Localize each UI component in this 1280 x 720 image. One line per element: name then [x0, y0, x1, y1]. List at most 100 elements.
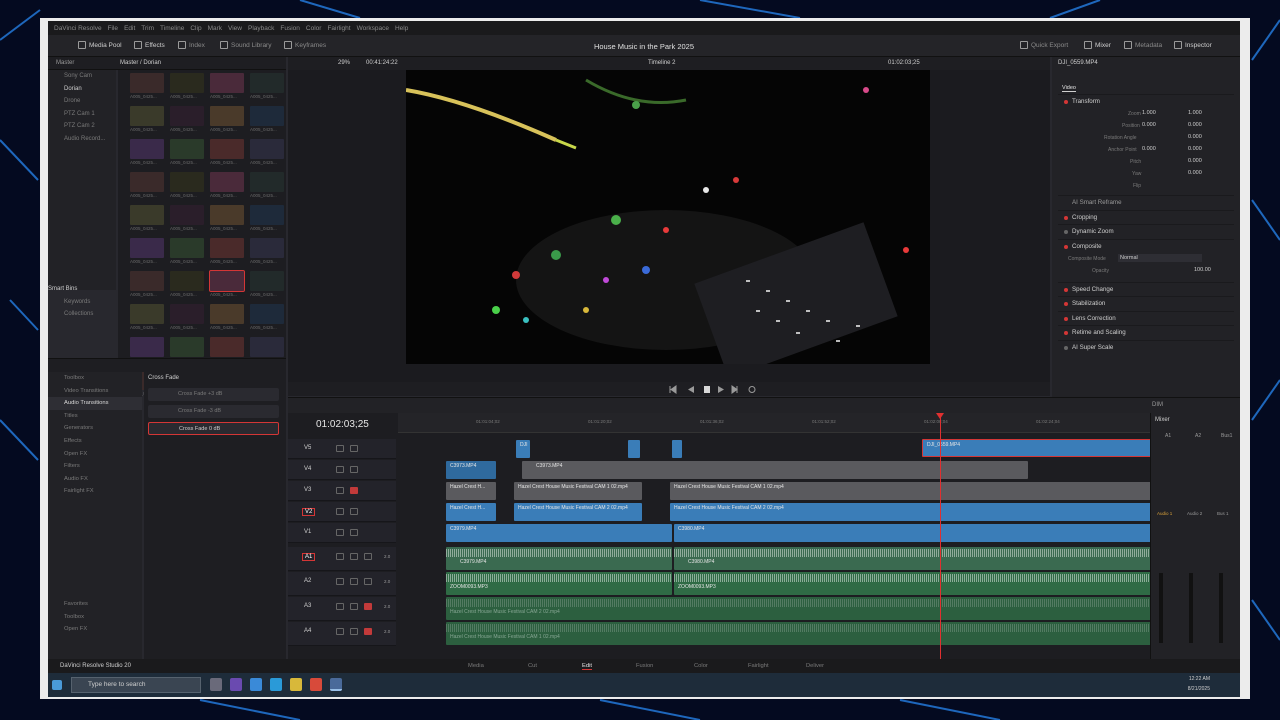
clip-v2-a[interactable]: Hazel Crest H...	[446, 503, 496, 521]
clip-thumbnail[interactable]	[250, 172, 284, 192]
lock-icon[interactable]	[336, 508, 344, 515]
solo-button[interactable]	[350, 628, 358, 635]
bin-audio-record[interactable]: Audio Record...	[48, 133, 116, 146]
clip-thumbnail[interactable]	[170, 304, 204, 324]
clip-thumbnail[interactable]	[130, 304, 164, 324]
fx-generators[interactable]: Generators	[48, 422, 142, 435]
davinci-resolve-icon[interactable]	[330, 678, 342, 691]
lock-icon[interactable]	[336, 445, 344, 452]
menu-playback[interactable]: Playback	[248, 25, 274, 32]
clip-thumbnail[interactable]	[130, 205, 164, 225]
timeline-ruler[interactable]: 01:01:04;02 01:01:20;02 01:01:36;02 01:0…	[398, 413, 1188, 433]
position-x-field[interactable]: 0.000	[1142, 122, 1156, 128]
section-stabilization[interactable]: Stabilization	[1058, 296, 1234, 310]
page-cut[interactable]: Cut	[528, 663, 537, 669]
clip-thumbnail[interactable]	[250, 238, 284, 258]
solo-button[interactable]	[350, 578, 358, 585]
menu-view[interactable]: View	[228, 25, 242, 32]
track-header-v3[interactable]: V3	[288, 481, 396, 501]
section-transform[interactable]: Transform	[1058, 94, 1234, 108]
track-header-a2[interactable]: A2 2.0	[288, 572, 396, 596]
clip-v4-c3973-b[interactable]: C3973.MP4	[522, 461, 1028, 479]
file-explorer-icon[interactable]	[290, 678, 302, 691]
fader-bus1[interactable]	[1219, 573, 1223, 643]
menu-fairlight[interactable]: Fairlight	[327, 25, 350, 32]
clip-thumbnail[interactable]	[170, 106, 204, 126]
lock-icon[interactable]	[336, 553, 344, 560]
smart-bin-collections[interactable]: Collections	[48, 308, 116, 321]
fx-video-transitions[interactable]: Video Transitions	[48, 385, 142, 398]
fx-cross-fade-minus3[interactable]: Cross Fade -3 dB	[148, 405, 279, 418]
clip-thumbnail[interactable]	[130, 139, 164, 159]
clip-v4-c3973-a[interactable]: C3973.MP4	[446, 461, 496, 479]
master-bin[interactable]: Master	[56, 60, 74, 66]
clip-thumbnail[interactable]	[210, 337, 244, 357]
bin-sony-cam[interactable]: Sony Cam	[48, 70, 116, 83]
clip-thumbnail[interactable]	[210, 238, 244, 258]
menu-workspace[interactable]: Workspace	[357, 25, 389, 32]
track-header-a1[interactable]: A1 2.0	[288, 547, 396, 571]
clip-thumbnail[interactable]	[250, 337, 284, 357]
visibility-icon[interactable]	[350, 466, 358, 473]
timeline-selector[interactable]: Timeline 2	[648, 60, 675, 66]
clip-thumbnail[interactable]	[250, 304, 284, 324]
app-icon[interactable]	[250, 678, 262, 691]
bin-ptz-cam-1[interactable]: PTZ Cam 1	[48, 108, 116, 121]
clip-thumbnail[interactable]	[209, 270, 245, 292]
clip-thumbnail[interactable]	[170, 172, 204, 192]
fx-filters[interactable]: Filters	[48, 460, 142, 473]
lock-icon[interactable]	[336, 628, 344, 635]
menu-mark[interactable]: Mark	[208, 25, 222, 32]
track-header-v5[interactable]: V5	[288, 439, 396, 459]
menu-color[interactable]: Color	[306, 25, 322, 32]
menu-help[interactable]: Help	[395, 25, 408, 32]
clip-thumbnail[interactable]	[210, 106, 244, 126]
zoom-y-field[interactable]: 1.000	[1188, 110, 1202, 116]
clip-v1-c3980[interactable]: C3980.MP4	[674, 524, 1188, 542]
lock-icon[interactable]	[336, 529, 344, 536]
clip-thumbnail[interactable]	[210, 304, 244, 324]
clip-v3-c[interactable]: Hazel Crest House Music Festival CAM 1 0…	[670, 482, 1190, 500]
zoom-level[interactable]: 29%	[338, 60, 350, 66]
mixer-button[interactable]: Mixer	[1084, 41, 1111, 49]
visibility-icon[interactable]	[350, 529, 358, 536]
fx-cross-fade-0db[interactable]: Cross Fade 0 dB	[148, 422, 279, 435]
yaw-field[interactable]: 0.000	[1188, 170, 1202, 176]
taskbar-search[interactable]: Type here to search	[71, 677, 201, 693]
clip-thumbnail[interactable]	[250, 139, 284, 159]
chrome-icon[interactable]	[310, 678, 322, 691]
clip-v2-b[interactable]: Hazel Crest House Music Festival CAM 2 0…	[514, 503, 642, 521]
position-y-field[interactable]: 0.000	[1188, 122, 1202, 128]
track-header-a3[interactable]: A3 2.0	[288, 597, 396, 621]
playhead[interactable]	[936, 413, 944, 659]
fx-fav-open-fx[interactable]: Open FX	[48, 623, 142, 636]
clip-thumbnail[interactable]	[170, 337, 204, 357]
clip-thumbnail[interactable]	[130, 106, 164, 126]
rotation-field[interactable]: 0.000	[1188, 134, 1202, 140]
section-dynamic-zoom[interactable]: Dynamic Zoom	[1058, 224, 1234, 238]
page-fusion[interactable]: Fusion	[636, 663, 653, 669]
menu-file[interactable]: File	[108, 25, 118, 32]
clip-v2-c[interactable]: Hazel Crest House Music Festival CAM 2 0…	[670, 503, 1190, 521]
clip-thumbnail[interactable]	[130, 73, 164, 93]
clip-v5-dji-3[interactable]	[672, 440, 682, 458]
track-header-v1[interactable]: V1	[288, 523, 396, 543]
clip-a4-cam1[interactable]: Hazel Crest House Music Festival CAM 1 0…	[446, 622, 1190, 645]
clip-thumbnail[interactable]	[170, 139, 204, 159]
tab-video[interactable]: Video	[1062, 85, 1076, 92]
clip-thumbnail[interactable]	[210, 73, 244, 93]
anchor-y-field[interactable]: 0.000	[1188, 146, 1202, 152]
mute-button[interactable]	[364, 628, 372, 635]
fx-favorites[interactable]: Favorites	[48, 598, 142, 611]
menu-timeline[interactable]: Timeline	[160, 25, 184, 32]
opacity-field[interactable]: 100.00	[1194, 267, 1211, 273]
clip-thumbnail[interactable]	[250, 73, 284, 93]
track-header-a4[interactable]: A4 2.0	[288, 622, 396, 646]
menu-trim[interactable]: Trim	[141, 25, 154, 32]
windows-start-icon[interactable]	[52, 680, 62, 690]
pitch-field[interactable]: 0.000	[1188, 158, 1202, 164]
lock-icon[interactable]	[336, 487, 344, 494]
dim-button[interactable]: DIM	[1152, 402, 1163, 408]
clip-a1-c3979[interactable]: C3979.MP4	[446, 547, 672, 570]
clip-thumbnail[interactable]	[170, 73, 204, 93]
